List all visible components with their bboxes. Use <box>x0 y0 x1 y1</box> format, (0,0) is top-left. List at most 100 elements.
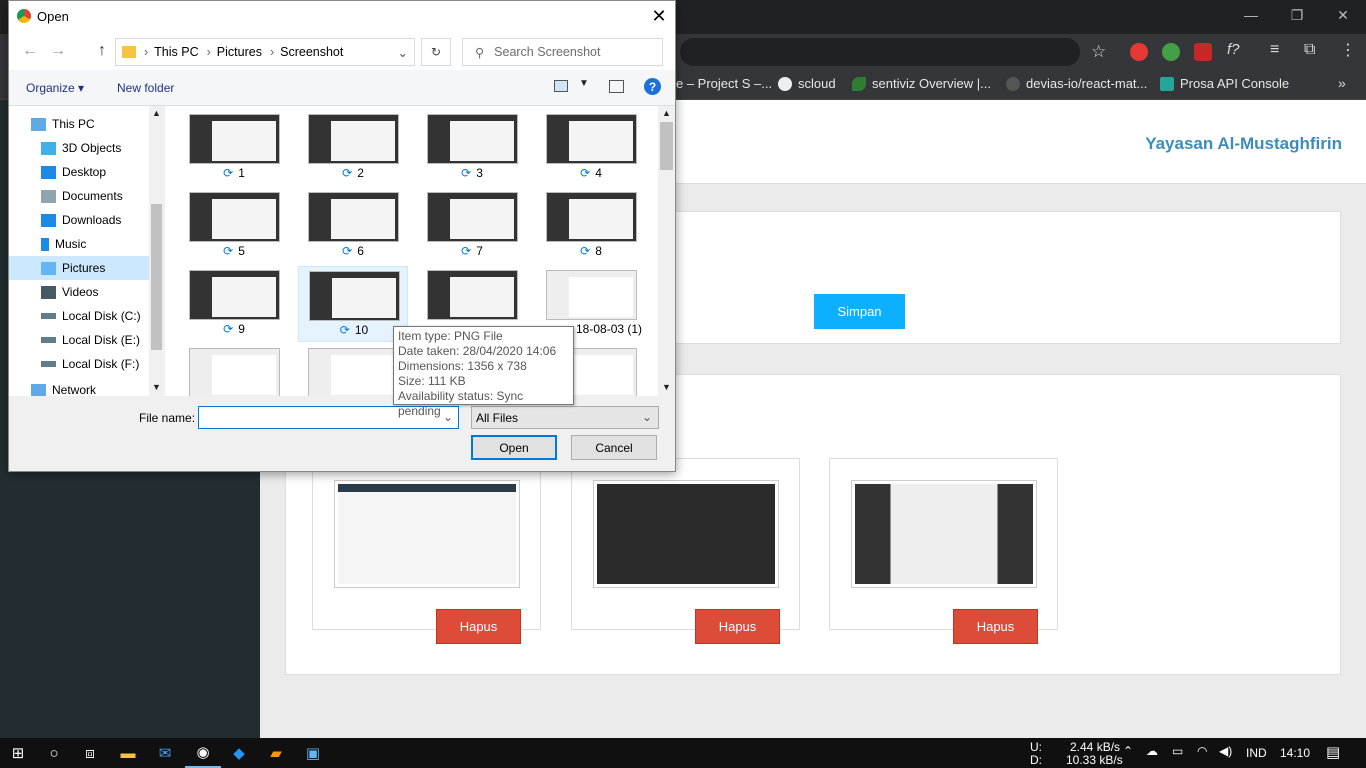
scrollbar-thumb[interactable] <box>660 122 673 170</box>
chevron-down-icon[interactable]: ⌄ <box>398 45 408 60</box>
drive-icon <box>41 337 56 343</box>
file-item-hovered[interactable]: ⟳ 10 <box>298 266 408 342</box>
address-bar[interactable] <box>680 38 1080 66</box>
up-arrow-icon[interactable]: ↑ <box>91 40 113 62</box>
cancel-button[interactable]: Cancel <box>571 435 657 460</box>
chevron-up-icon[interactable]: ▲ <box>662 108 671 118</box>
nav-item-downloads[interactable]: Downloads <box>41 208 161 232</box>
search-icon: ⚲ <box>475 45 485 60</box>
menu-icon[interactable]: ⋮ <box>1340 40 1356 60</box>
bookmark-item[interactable]: devias-io/react-mat... <box>1006 76 1147 91</box>
preview-pane-icon[interactable] <box>609 80 624 93</box>
file-item[interactable]: ⟳ 3 <box>417 110 527 186</box>
photos-icon[interactable]: ▣ <box>295 738 331 768</box>
search-input[interactable]: ⚲ Search Screenshot <box>462 38 663 66</box>
extension-icon[interactable] <box>1162 43 1180 61</box>
pdf-extension-icon[interactable] <box>1194 43 1212 61</box>
help-icon[interactable]: ? <box>644 78 661 95</box>
star-icon[interactable]: ☆ <box>1091 42 1106 62</box>
desktop-icon <box>41 165 56 179</box>
nav-item-3d-objects[interactable]: 3D Objects <box>41 136 161 160</box>
nav-item-local-disk-e[interactable]: Local Disk (E:) <box>41 328 161 352</box>
view-options-icon[interactable] <box>554 80 568 92</box>
file-item[interactable]: ⟳ 1 <box>179 110 289 186</box>
file-item[interactable]: ⟳ 9 <box>179 266 289 342</box>
address-breadcrumb[interactable]: › This PC › Pictures › Screenshot ⌄ <box>115 38 415 66</box>
windows-start-icon[interactable]: ⊞ <box>0 738 36 768</box>
bookmark-item[interactable]: scloud <box>778 76 836 91</box>
chrome-taskbar-icon[interactable]: ◉ <box>185 738 221 768</box>
new-folder-button[interactable]: New folder <box>117 81 174 95</box>
file-item[interactable]: ⟳ 8 <box>536 188 646 264</box>
restore-icon[interactable]: ❐ <box>1274 0 1320 30</box>
nav-item-pictures[interactable]: Pictures <box>9 256 149 280</box>
volume-icon[interactable]: ◀) <box>1219 744 1232 758</box>
mail-icon[interactable]: ✉ <box>147 738 183 768</box>
chevron-up-icon[interactable]: ⌃ <box>1123 744 1133 758</box>
language-indicator[interactable]: IND <box>1246 746 1267 760</box>
file-item[interactable] <box>179 344 289 396</box>
chevron-down-icon[interactable]: ▼ <box>579 78 589 89</box>
vscode-icon[interactable]: ◆ <box>221 738 257 768</box>
bookmark-item[interactable]: Prosa API Console <box>1160 76 1289 91</box>
delete-button[interactable]: Hapus <box>953 609 1038 644</box>
nav-item-desktop[interactable]: Desktop <box>41 160 161 184</box>
file-item[interactable]: ⟳ 6 <box>298 188 408 264</box>
open-button[interactable]: Open <box>471 435 557 460</box>
chevron-down-icon[interactable]: ⌄ <box>642 410 652 424</box>
refresh-button[interactable]: ↻ <box>421 38 451 66</box>
close-icon[interactable]: ✕ <box>647 5 671 27</box>
nav-item-local-disk-f[interactable]: Local Disk (F:) <box>41 352 161 376</box>
clock[interactable]: 14:10 <box>1280 746 1310 760</box>
bookmark-item[interactable]: sentiviz Overview |... <box>852 76 991 91</box>
more-bookmarks-icon[interactable]: » <box>1338 75 1346 91</box>
breadcrumb-item[interactable]: Screenshot <box>280 45 343 59</box>
delete-button[interactable]: Hapus <box>436 609 521 644</box>
download-label: D: <box>1030 753 1042 767</box>
puzzle-icon[interactable]: ⧉ <box>1304 41 1315 59</box>
scrollbar-thumb[interactable] <box>151 204 162 350</box>
organize-button[interactable]: Organize ▾ <box>26 81 84 95</box>
back-arrow-icon[interactable]: ← <box>19 40 41 62</box>
file-item[interactable]: ⟳ 5 <box>179 188 289 264</box>
chevron-down-icon[interactable]: ▼ <box>152 382 161 392</box>
scrollbar[interactable]: ▲ ▼ <box>658 106 675 396</box>
close-icon[interactable]: ✕ <box>1320 0 1366 30</box>
tooltip-line: Availability status: Sync pending <box>398 389 524 418</box>
chevron-down-icon[interactable]: ▼ <box>662 382 671 392</box>
task-view-icon[interactable]: ⧈ <box>72 738 108 768</box>
nav-item-this-pc[interactable]: This PC <box>31 112 151 136</box>
formula-extension-icon[interactable]: f? <box>1227 41 1240 58</box>
save-button[interactable]: Simpan <box>814 294 905 329</box>
nav-item-music[interactable]: Music <box>41 232 161 256</box>
nav-item-network[interactable]: Network <box>31 384 151 396</box>
cloud-icon[interactable]: ☁ <box>1146 744 1158 758</box>
search-icon[interactable]: ○ <box>36 738 72 768</box>
file-item[interactable]: ⟳ 4 <box>536 110 646 186</box>
breadcrumb-item[interactable]: This PC <box>154 45 198 59</box>
sync-icon: ⟳ <box>223 244 234 258</box>
nav-item-local-disk-c[interactable]: Local Disk (C:) <box>41 304 161 328</box>
delete-button[interactable]: Hapus <box>695 609 780 644</box>
wifi-icon[interactable]: ◠ <box>1197 744 1207 758</box>
file-item[interactable]: ⟳ 2 <box>298 110 408 186</box>
file-item[interactable]: ⟳ 7 <box>417 188 527 264</box>
battery-icon[interactable]: ▭ <box>1172 744 1183 758</box>
bookmark-item[interactable]: e – Project S –... <box>676 76 772 91</box>
forward-arrow-icon[interactable]: → <box>47 40 69 62</box>
nav-item-documents[interactable]: Documents <box>41 184 161 208</box>
file-item[interactable] <box>298 344 408 396</box>
minimize-icon[interactable]: — <box>1228 0 1274 30</box>
scrollbar[interactable]: ▲ ▼ <box>149 106 164 396</box>
extension-icon[interactable] <box>1130 43 1148 61</box>
file-explorer-icon[interactable]: ▬ <box>110 738 146 768</box>
notifications-icon[interactable]: ▤ <box>1326 743 1340 761</box>
media-icon[interactable]: ≡ <box>1270 41 1279 59</box>
sublime-icon[interactable]: ▰ <box>258 738 294 768</box>
chevron-up-icon[interactable]: ▲ <box>152 108 161 118</box>
prosa-icon <box>1160 76 1174 91</box>
breadcrumb-item[interactable]: Pictures <box>217 45 262 59</box>
sync-icon: ⟳ <box>223 322 234 336</box>
nav-item-videos[interactable]: Videos <box>41 280 161 304</box>
leaf-icon <box>852 76 866 91</box>
